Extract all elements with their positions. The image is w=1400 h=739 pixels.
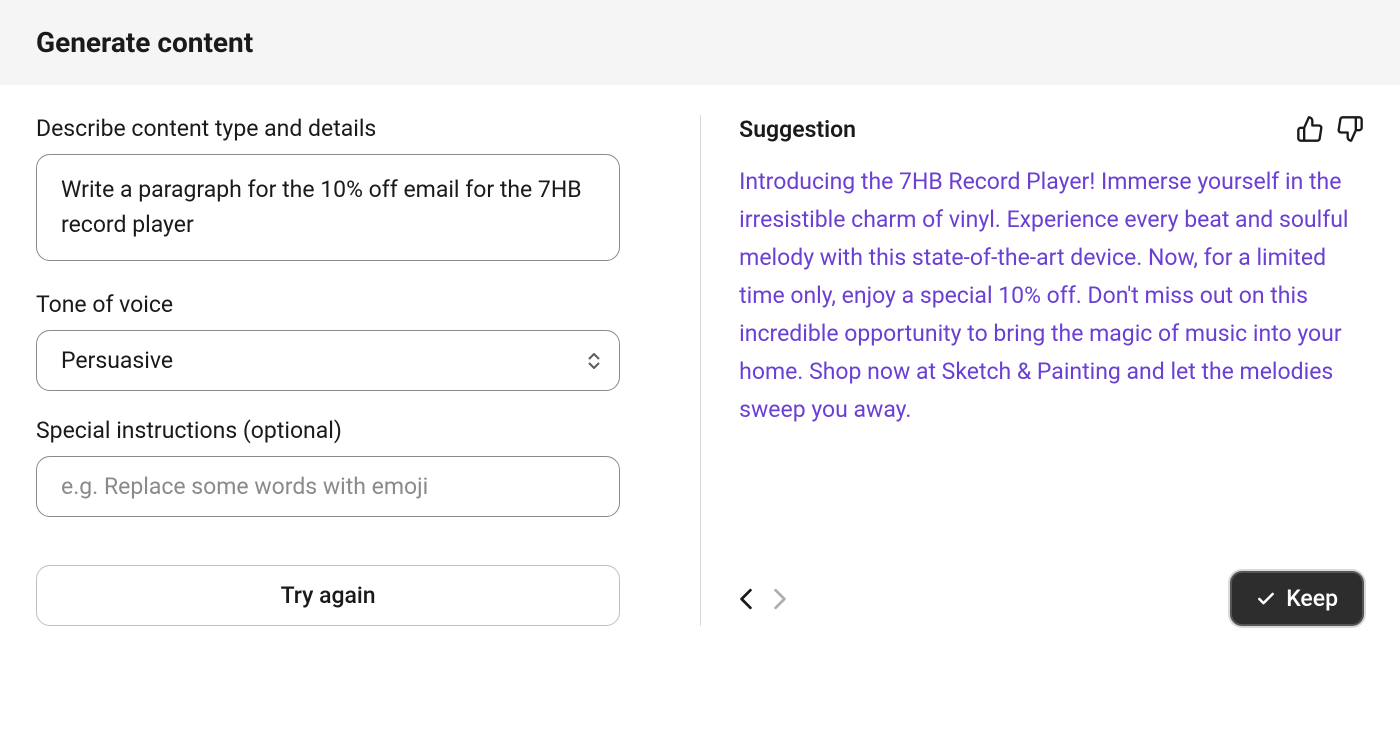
instructions-field-group: Special instructions (optional) [36, 417, 620, 517]
suggestion-title: Suggestion [739, 116, 856, 143]
suggestion-text: Introducing the 7HB Record Player! Immer… [739, 163, 1364, 541]
feedback-icons [1296, 115, 1364, 143]
check-icon [1256, 589, 1276, 609]
thumbs-up-icon[interactable] [1296, 115, 1324, 143]
try-again-button[interactable]: Try again [36, 565, 620, 626]
suggestion-pane: Suggestion Introducing the 7HB Record Pl… [700, 115, 1364, 626]
dialog-header: Generate content [0, 0, 1400, 85]
suggestion-footer: Keep [739, 571, 1364, 626]
dialog-content: Describe content type and details Tone o… [0, 85, 1400, 656]
instructions-label: Special instructions (optional) [36, 417, 620, 444]
suggestion-header: Suggestion [739, 115, 1364, 143]
prev-suggestion-button[interactable] [739, 588, 753, 610]
pagination-nav [739, 588, 787, 610]
next-suggestion-button[interactable] [773, 588, 787, 610]
describe-field-group: Describe content type and details [36, 115, 620, 265]
keep-button-label: Keep [1286, 585, 1338, 612]
instructions-input[interactable] [36, 456, 620, 517]
tone-select[interactable]: Persuasive [36, 330, 620, 391]
thumbs-down-icon[interactable] [1336, 115, 1364, 143]
describe-label: Describe content type and details [36, 115, 620, 142]
keep-button[interactable]: Keep [1230, 571, 1364, 626]
tone-label: Tone of voice [36, 291, 620, 318]
dialog-title: Generate content [36, 26, 1364, 59]
describe-input[interactable] [36, 154, 620, 261]
tone-field-group: Tone of voice Persuasive [36, 291, 620, 391]
form-pane: Describe content type and details Tone o… [36, 115, 660, 626]
